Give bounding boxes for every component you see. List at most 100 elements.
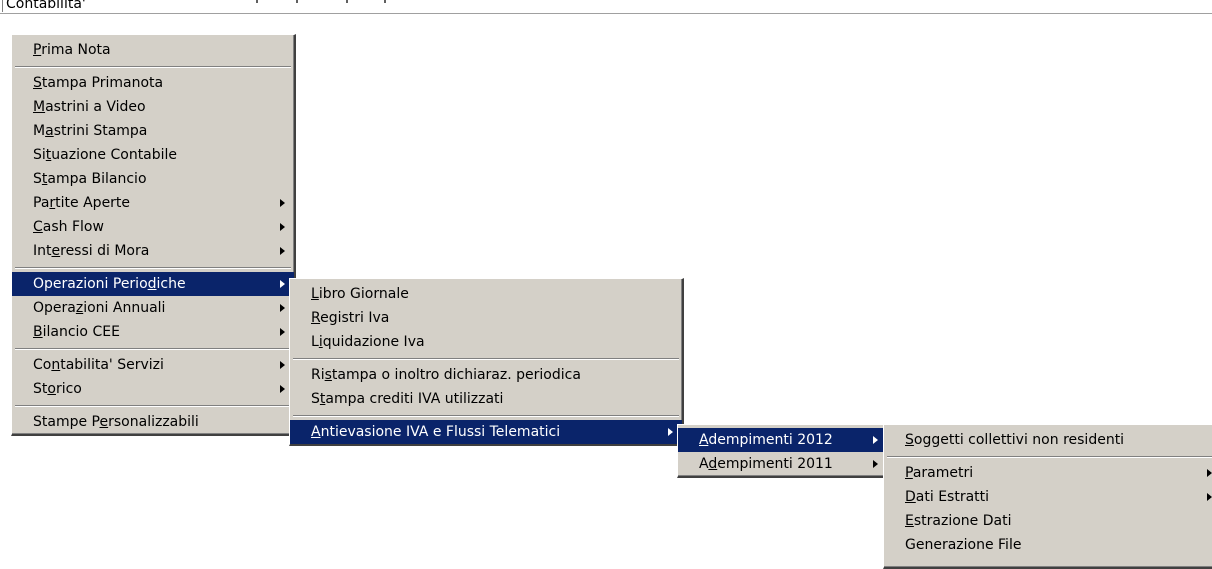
menu-item-accelerator: s xyxy=(324,367,332,383)
submenu-arrow-icon xyxy=(280,328,285,336)
menu-item-accelerator: R xyxy=(311,310,321,326)
menu-item-stampa-bilancio[interactable]: Stampa Bilancio xyxy=(12,167,294,191)
menu-item-label: L xyxy=(311,334,319,350)
menu-item-label: Co xyxy=(33,357,52,373)
menu-item-accelerator: B xyxy=(33,324,43,340)
menu-item-estrazione-dati[interactable]: Estrazione Dati xyxy=(884,509,1212,533)
menu-item-label: Generazione File xyxy=(905,537,1022,553)
menu-item-accelerator: L xyxy=(311,286,319,302)
menu-item-accelerator: a xyxy=(45,123,54,139)
menu-item-antievasione-iva-e-flussi-telematici[interactable]: Antievasione IVA e Flussi Telematici xyxy=(290,420,682,444)
title-fragment xyxy=(296,0,298,3)
menu-item-accelerator: A xyxy=(699,432,709,448)
menu-item-accelerator: n xyxy=(51,357,61,373)
menu-item-stampa-crediti-iva-utilizzati[interactable]: Stampa crediti IVA utilizzati xyxy=(290,387,682,411)
menu-item-accelerator: e xyxy=(99,414,109,430)
menu-item-accelerator: C xyxy=(33,219,43,235)
menu-item-label: tite Aperte xyxy=(55,195,131,211)
menu-item-contabilita-servizi[interactable]: Contabilita' Servizi xyxy=(12,353,294,377)
title-fragment xyxy=(346,0,348,3)
menu-bar: Contabilita' xyxy=(0,0,1212,14)
menu-separator xyxy=(12,263,294,272)
menu-item-label: M xyxy=(33,123,46,139)
menu-item-label: A xyxy=(699,456,709,472)
menu-item-accelerator: S xyxy=(33,75,42,91)
menu-separator xyxy=(12,344,294,353)
menu-item-accelerator: M xyxy=(33,99,46,115)
menu-item-operazioni-annuali[interactable]: Operazioni Annuali xyxy=(12,296,294,320)
menu-item-mastrini-stampa[interactable]: Mastrini Stampa xyxy=(12,119,294,143)
submenu-arrow-icon xyxy=(873,436,878,444)
menu-item-accelerator: E xyxy=(905,513,914,529)
menu-separator xyxy=(290,354,682,363)
menu-item-interessi-di-mora[interactable]: Interessi di Mora xyxy=(12,239,294,263)
menu-item-accelerator: P xyxy=(905,465,913,481)
menu-item-cash-flow[interactable]: Cash Flow xyxy=(12,215,294,239)
menu-item-label: rsonalizzabili xyxy=(108,414,199,430)
menu-item-label: strazione Dati xyxy=(913,513,1012,529)
menu-item-label: egistri Iva xyxy=(320,310,390,326)
menu-item-label: ilancio CEE xyxy=(42,324,120,340)
menu-item-stampa-primanota[interactable]: Stampa Primanota xyxy=(12,71,294,95)
menu-separator xyxy=(884,452,1212,461)
menu-item-label: ati Estratti xyxy=(915,489,990,505)
submenu-arrow-icon xyxy=(280,223,285,231)
menu-item-operazioni-periodiche[interactable]: Operazioni Periodiche xyxy=(12,272,294,296)
menu-contabilita-dropdown: Prima Nota Stampa Primanota Mastrini a Vid… xyxy=(11,34,296,436)
menu-item-label: ash Flow xyxy=(42,219,104,235)
menu-item-prima-nota[interactable]: Prima Nota xyxy=(12,38,294,62)
menu-item-label: ntievasione IVA e Flussi Telematici xyxy=(320,424,561,440)
menu-item-partite-aperte[interactable]: Partite Aperte xyxy=(12,191,294,215)
menu-item-label: astrini a Video xyxy=(45,99,146,115)
menu-item-accelerator: e xyxy=(51,243,61,259)
menu-item-label: ampa crediti IVA utilizzati xyxy=(325,391,504,407)
menu-item-adempimenti-2011[interactable]: Adempimenti 2011 xyxy=(678,452,887,476)
menu-item-label: Operazioni Perio xyxy=(33,276,148,292)
menu-item-adempimenti-2012[interactable]: Adempimenti 2012 xyxy=(678,428,887,452)
menu-item-soggetti-collettivi-non-residenti[interactable]: Soggetti collettivi non residenti xyxy=(884,428,1212,452)
submenu-arrow-icon xyxy=(1207,493,1212,501)
menu-item-label: ampa Bilancio xyxy=(47,171,147,187)
menu-item-label: rico xyxy=(55,381,82,397)
submenu-arrow-icon xyxy=(280,361,285,369)
submenu-arrow-icon xyxy=(280,199,285,207)
menu-item-label: dempimenti 2012 xyxy=(708,432,833,448)
menu-item-label: uazione Contabile xyxy=(51,147,178,163)
menu-item-label: tampa Primanota xyxy=(41,75,164,91)
submenu-adempimenti-2012: Soggetti collettivi non residenti Paramet… xyxy=(883,424,1212,569)
menu-separator xyxy=(290,411,682,420)
title-fragment xyxy=(256,0,258,3)
menu-contabilita[interactable]: Contabilita' xyxy=(2,0,89,12)
menu-item-libro-giornale[interactable]: Libro Giornale xyxy=(290,282,682,306)
menu-item-label: Opera xyxy=(33,300,76,316)
menu-item-accelerator: A xyxy=(311,424,321,440)
menu-item-label: St xyxy=(33,381,48,397)
menu-item-label: tampa o inoltro dichiaraz. periodica xyxy=(331,367,581,383)
menu-item-stampe-personalizzabili[interactable]: Stampe Personalizzabili xyxy=(12,410,294,434)
menu-item-label: quidazione Iva xyxy=(322,334,425,350)
menu-item-accelerator: D xyxy=(905,489,916,505)
menu-item-label: empimenti 2011 xyxy=(717,456,833,472)
menu-item-label: oggetti collettivi non residenti xyxy=(913,432,1125,448)
submenu-arrow-icon xyxy=(280,247,285,255)
submenu-arrow-icon xyxy=(280,304,285,312)
menu-separator xyxy=(12,62,294,71)
menu-item-label: S xyxy=(311,391,320,407)
menu-item-liquidazione-iva[interactable]: Liquidazione Iva xyxy=(290,330,682,354)
menu-item-bilancio-cee[interactable]: Bilancio CEE xyxy=(12,320,294,344)
menu-item-storico[interactable]: Storico xyxy=(12,377,294,401)
menu-item-label: Pa xyxy=(33,195,50,211)
menu-item-situazione-contabile[interactable]: Situazione Contabile xyxy=(12,143,294,167)
menu-item-accelerator: d xyxy=(708,456,718,472)
menu-separator xyxy=(12,401,294,410)
menu-item-label: Stampe P xyxy=(33,414,100,430)
menu-item-ristampa-o-inoltro-dichiaraz-periodica[interactable]: Ristampa o inoltro dichiaraz. periodica xyxy=(290,363,682,387)
menu-item-label: arametri xyxy=(912,465,974,481)
menu-item-generazione-file[interactable]: Generazione File xyxy=(884,533,1212,557)
menu-item-label: ioni Annuali xyxy=(83,300,166,316)
menu-item-accelerator: S xyxy=(905,432,914,448)
menu-item-mastrini-a-video[interactable]: Mastrini a Video xyxy=(12,95,294,119)
menu-item-parametri[interactable]: Parametri xyxy=(884,461,1212,485)
menu-item-registri-iva[interactable]: Registri Iva xyxy=(290,306,682,330)
menu-item-dati-estratti[interactable]: Dati Estratti xyxy=(884,485,1212,509)
